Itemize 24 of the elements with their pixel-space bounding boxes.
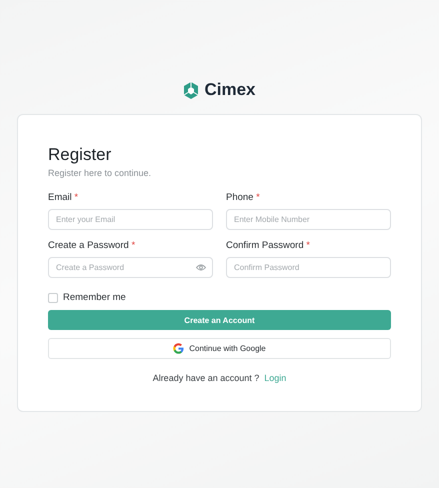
field-label: Email bbox=[48, 192, 72, 203]
required-mark: * bbox=[74, 192, 78, 203]
create-account-button[interactable]: Create an Account bbox=[48, 310, 391, 330]
remember-checkbox[interactable] bbox=[48, 292, 58, 302]
eye-icon[interactable] bbox=[196, 264, 206, 271]
field-label: Phone bbox=[226, 192, 254, 203]
input-field[interactable]: Enter Mobile Number bbox=[226, 209, 391, 230]
google-icon bbox=[173, 343, 184, 354]
required-mark: * bbox=[131, 240, 136, 251]
google-button[interactable]: Continue with Google bbox=[48, 338, 391, 359]
input-field[interactable]: Enter your Email bbox=[48, 209, 213, 230]
login-link[interactable]: Login bbox=[264, 373, 286, 383]
required-mark: * bbox=[256, 192, 260, 203]
input-field[interactable]: Confirm Password bbox=[226, 257, 391, 278]
account-prompt: Already have an account ? bbox=[152, 373, 260, 383]
logo-icon bbox=[183, 82, 200, 98]
remember-label: Remember me bbox=[63, 292, 126, 303]
form-title: Register bbox=[48, 145, 112, 165]
required-mark: * bbox=[306, 240, 310, 251]
field-label: Create a Password bbox=[48, 240, 129, 251]
form-subtitle: Register here to continue. bbox=[48, 168, 152, 178]
input-field[interactable]: Create a Password bbox=[48, 257, 213, 278]
brand-name: Cimex bbox=[204, 80, 256, 100]
field-label: Confirm Password bbox=[226, 240, 304, 251]
